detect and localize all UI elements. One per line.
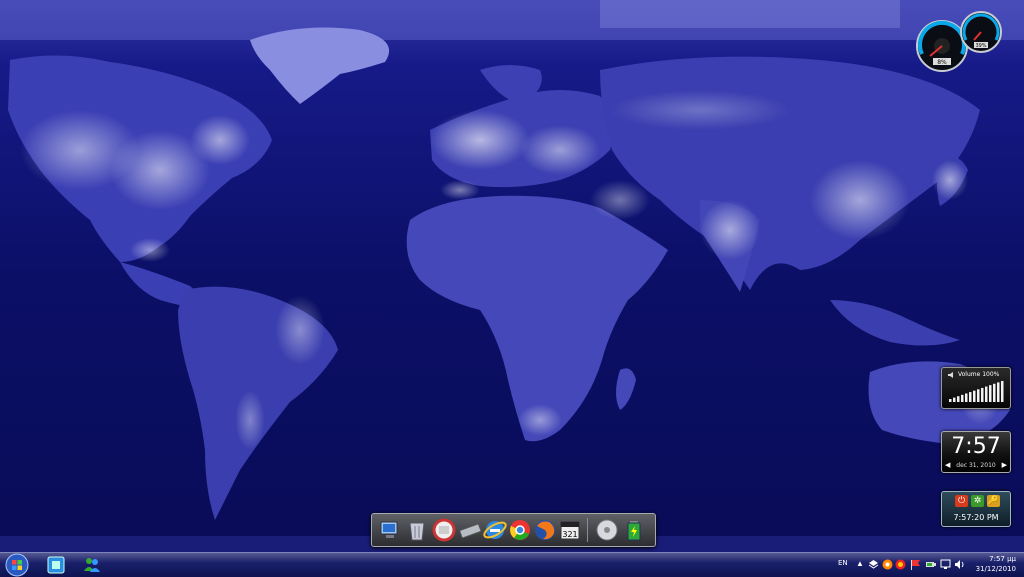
- volume-level-bars[interactable]: [948, 380, 1004, 404]
- volume-bar[interactable]: [989, 385, 992, 402]
- computer-icon[interactable]: [378, 518, 402, 542]
- ram-value: 39%: [975, 43, 986, 49]
- svg-text:321: 321: [562, 530, 577, 539]
- volume-bar[interactable]: [969, 392, 972, 402]
- next-day-button[interactable]: ▶: [1002, 461, 1007, 469]
- clock-date: dec 31, 2010: [956, 462, 996, 469]
- volume-bar[interactable]: [1001, 381, 1004, 402]
- volume-gadget[interactable]: Volume 100%: [941, 367, 1011, 409]
- internet-explorer-icon[interactable]: [483, 518, 507, 542]
- speaker-icon: [948, 372, 953, 378]
- network-icon[interactable]: [940, 559, 951, 570]
- volume-bar[interactable]: [981, 387, 984, 402]
- antivirus-icon[interactable]: [895, 559, 906, 570]
- messenger-icon[interactable]: [82, 555, 102, 575]
- taskbar: EN ▲ 7:57 μμ 31/12/2010: [0, 552, 1024, 577]
- volume-bar[interactable]: [985, 386, 988, 402]
- power-icon[interactable]: [925, 559, 936, 570]
- clock-gadget[interactable]: 7:57 ◀ dec 31, 2010 ▶: [941, 431, 1011, 473]
- clock-time: 7:57: [951, 434, 1001, 459]
- recycle-bin-icon[interactable]: [405, 518, 429, 542]
- world-map-at-night-wallpaper: [0, 0, 1024, 552]
- cpu-meter-gadget[interactable]: 8% 39%: [910, 8, 1006, 72]
- volume-bar[interactable]: [961, 394, 964, 402]
- calendar-icon[interactable]: [432, 518, 456, 542]
- windows-explorer-icon[interactable]: [46, 555, 66, 575]
- tray-date: 31/12/2010: [975, 565, 1016, 573]
- avast-icon[interactable]: [882, 559, 893, 570]
- shutdown-gadget: ⏻ ✲ 🔑 7:57:20 PM: [941, 491, 1011, 527]
- volume-label: Volume 100%: [958, 371, 1000, 378]
- flag-icon[interactable]: [910, 559, 921, 570]
- dock: 321: [371, 513, 656, 547]
- cpu-value: 8%: [937, 59, 947, 66]
- windows-orb-icon[interactable]: [4, 553, 30, 577]
- language-indicator[interactable]: EN: [838, 559, 848, 567]
- dock-separator: [587, 518, 588, 542]
- tray-clock[interactable]: 7:57 μμ 31/12/2010: [966, 554, 1016, 576]
- volume-icon[interactable]: [954, 559, 965, 570]
- volume-bar[interactable]: [997, 382, 1000, 402]
- dropbox-icon[interactable]: [868, 559, 879, 570]
- shutdown-time: 7:57:20 PM: [953, 513, 999, 522]
- volume-bar[interactable]: [993, 383, 996, 402]
- volume-bar[interactable]: [957, 396, 960, 402]
- power-icon[interactable]: ⏻: [955, 495, 968, 507]
- cd-drive-icon[interactable]: [595, 518, 619, 542]
- tray-time: 7:57 μμ: [989, 555, 1016, 563]
- usb-drive-icon[interactable]: [458, 518, 482, 542]
- lock-icon[interactable]: 🔑: [987, 495, 1000, 507]
- show-hidden-icons[interactable]: ▲: [856, 559, 867, 570]
- chrome-icon[interactable]: [508, 518, 532, 542]
- volume-bar[interactable]: [977, 389, 980, 402]
- firefox-icon[interactable]: [533, 518, 557, 542]
- battery-icon[interactable]: [622, 518, 646, 542]
- volume-bar[interactable]: [949, 399, 952, 402]
- volume-bar[interactable]: [953, 397, 956, 402]
- restart-icon[interactable]: ✲: [971, 495, 984, 507]
- media-player-classic-icon[interactable]: 321: [558, 518, 582, 542]
- volume-bar[interactable]: [973, 390, 976, 402]
- volume-bar[interactable]: [965, 393, 968, 402]
